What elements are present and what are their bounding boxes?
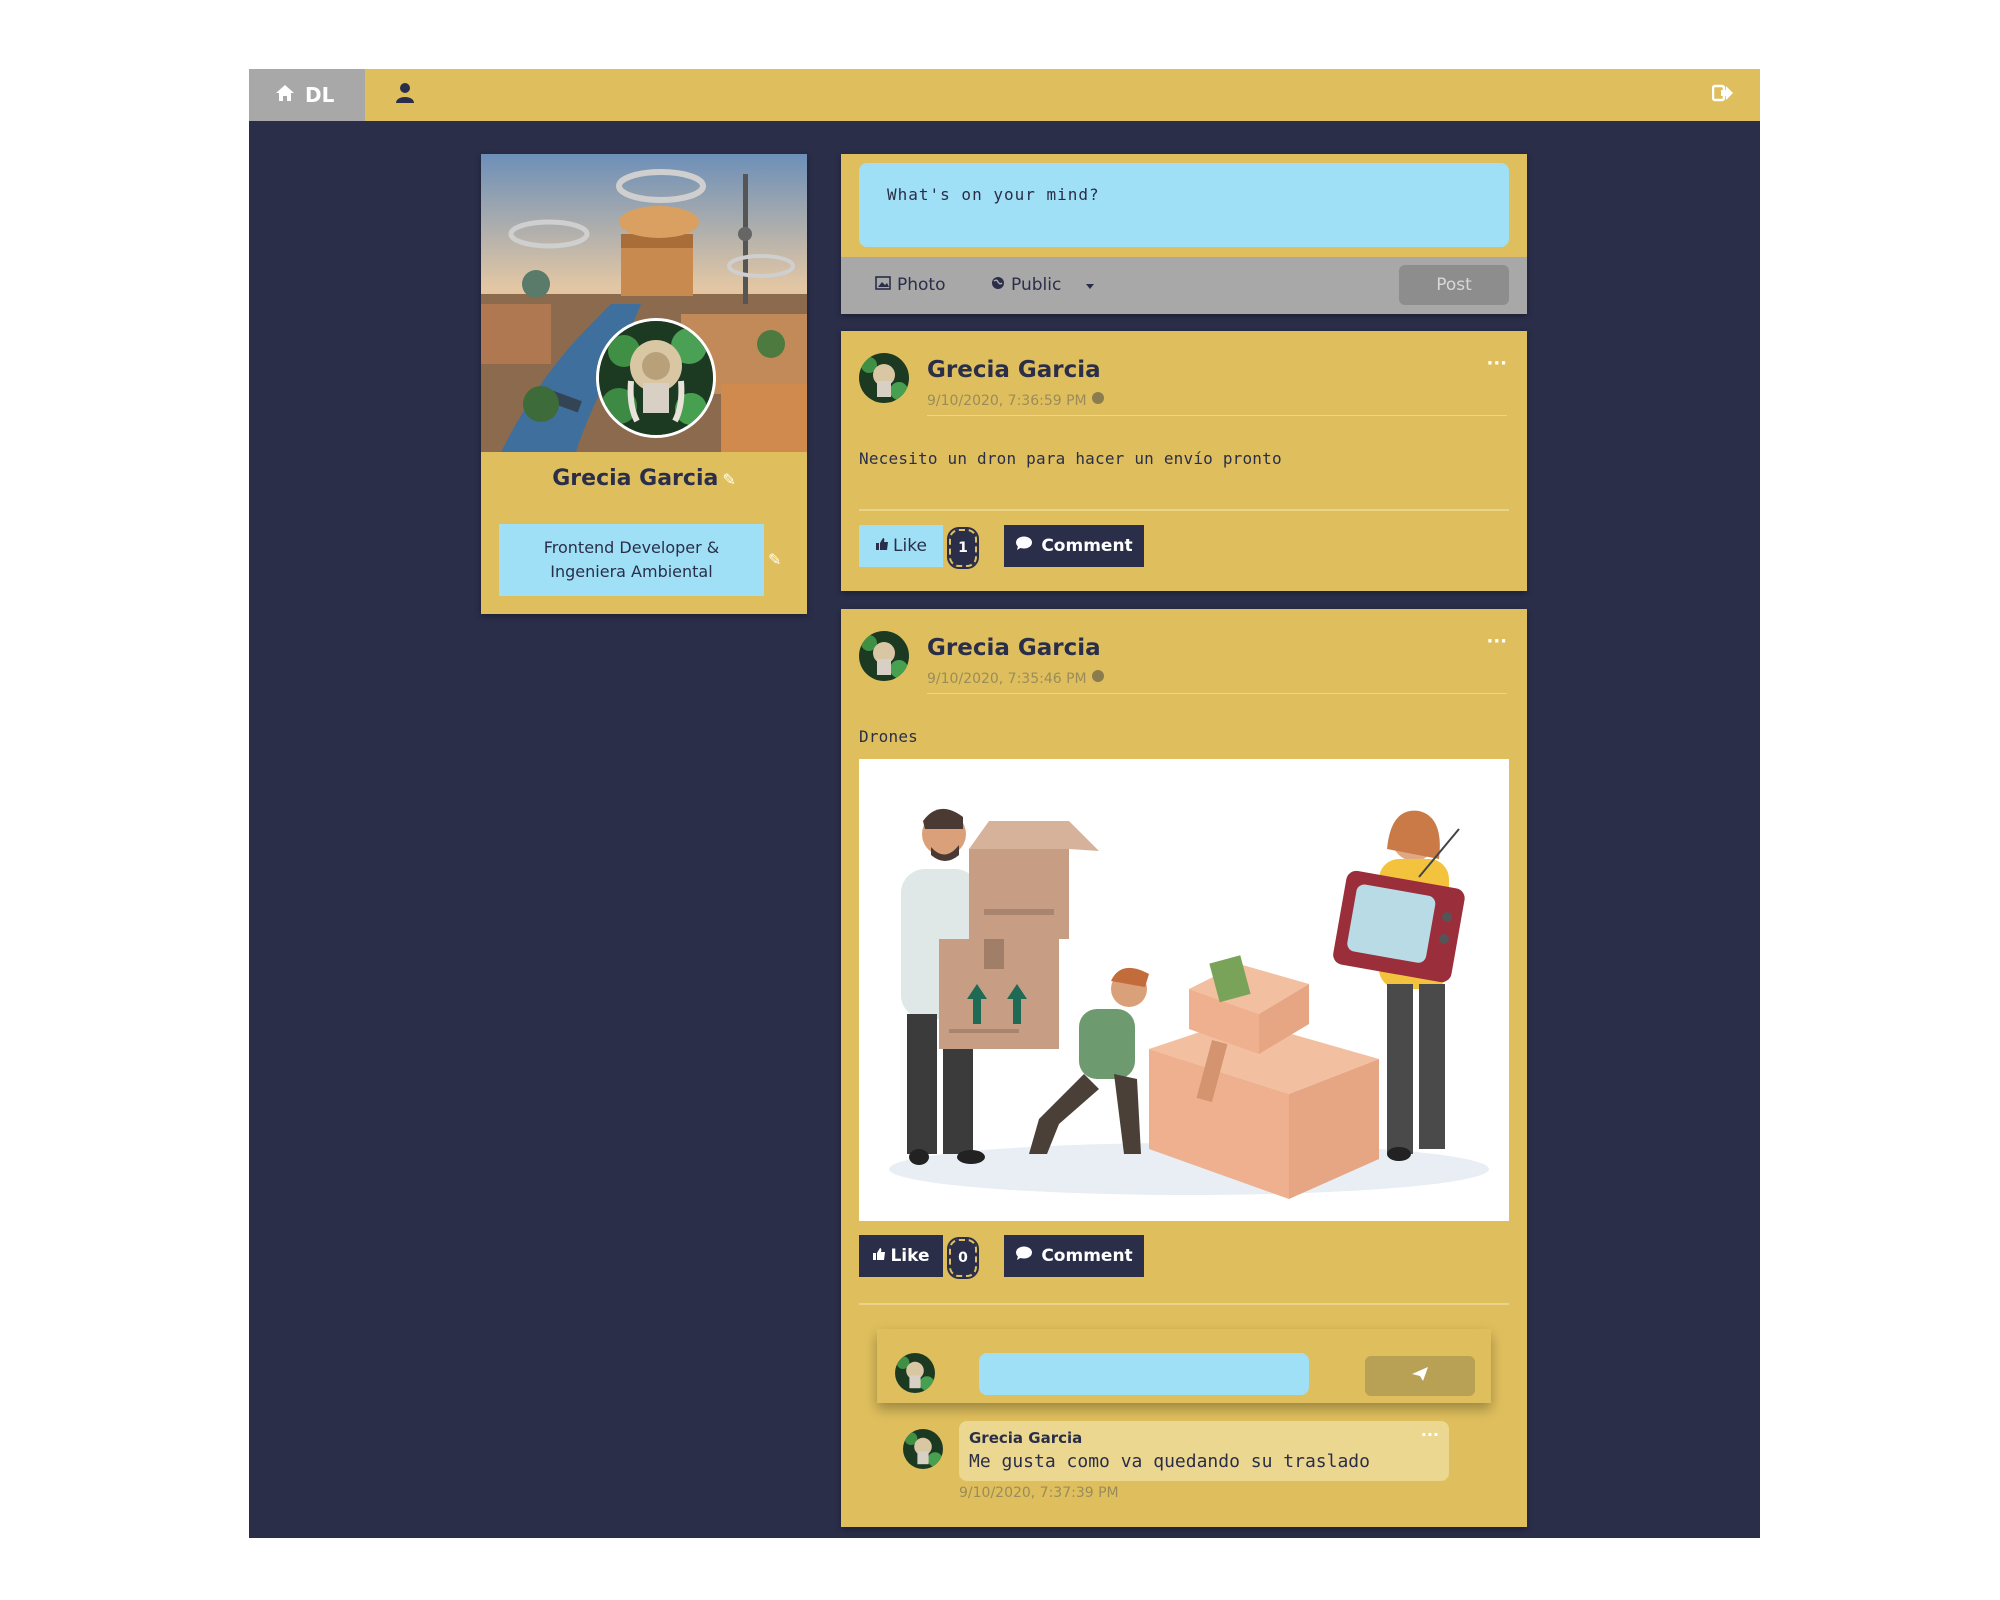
speech-bubble-icon [1015,536,1033,556]
comment-button[interactable]: Comment [1004,1235,1144,1277]
post-time-text: 9/10/2020, 7:35:46 PM [927,671,1087,687]
app-window: DL Grecia Garcia ✎ Frontend Developer & … [249,69,1760,1538]
more-options-icon[interactable]: ··· [1421,1425,1439,1444]
profile-name: Grecia Garcia ✎ [481,466,807,491]
comment-author[interactable]: Grecia Garcia [969,1429,1082,1447]
comment-text: Me gusta como va quedando su traslado [969,1451,1370,1472]
like-button[interactable]: Like [859,1235,943,1277]
comment-timestamp: 9/10/2020, 7:37:39 PM [959,1485,1119,1501]
post-text: Necesito un dron para hacer un envío pro… [859,449,1282,468]
globe-icon [1091,670,1105,687]
like-button[interactable]: Like [859,525,943,567]
edit-icon[interactable]: ✎ [722,470,735,489]
privacy-dropdown[interactable]: Public [991,275,1095,295]
home-icon [275,83,295,107]
post-text: Drones [859,727,918,746]
comment-label: Comment [1041,536,1133,556]
comment-input[interactable] [979,1353,1309,1395]
edit-icon[interactable]: ✎ [768,550,781,569]
author-avatar[interactable] [859,353,909,403]
photo-button[interactable]: Photo [875,275,946,295]
home-link[interactable]: DL [249,69,365,121]
cover-photo [481,154,807,452]
more-options-icon[interactable]: ··· [1486,353,1507,374]
speech-bubble-icon [1015,1246,1033,1266]
post-image[interactable] [859,759,1509,1221]
author-name[interactable]: Grecia Garcia [927,635,1101,661]
profile-name-text: Grecia Garcia [552,466,719,491]
photo-label: Photo [897,275,946,295]
post-composer: What's on your mind? Photo Public Post [841,154,1527,314]
post-input[interactable]: What's on your mind? [859,163,1509,247]
like-count: 1 [947,527,979,569]
like-count: 0 [947,1237,979,1279]
post-timestamp: 9/10/2020, 7:35:46 PM [927,669,1105,687]
author-name[interactable]: Grecia Garcia [927,357,1101,383]
thumbs-up-icon [872,1246,886,1266]
more-options-icon[interactable]: ··· [1486,631,1507,652]
comment-bubble: Grecia Garcia Me gusta como va quedando … [959,1421,1449,1481]
privacy-label: Public [1011,275,1062,295]
post-separator [859,509,1509,511]
profile-card: Grecia Garcia ✎ Frontend Developer & Inge… [481,154,807,614]
author-avatar[interactable] [859,631,909,681]
brand-label: DL [305,83,335,107]
post-button[interactable]: Post [1399,265,1509,305]
post-timestamp: 9/10/2020, 7:36:59 PM [927,391,1105,409]
globe-icon [1091,392,1105,409]
logout-button[interactable] [1711,83,1736,107]
composer-toolbar: Photo Public Post [841,257,1527,314]
profile-bio: Frontend Developer & Ingeniera Ambiental [499,524,764,596]
profile-avatar[interactable] [596,318,716,438]
paper-plane-icon [1411,1366,1429,1386]
logout-icon [1711,84,1734,107]
like-label: Like [893,536,927,556]
header-divider [927,693,1507,694]
comment-composer [877,1329,1491,1403]
comment-author-avatar[interactable] [903,1429,943,1469]
current-user-avatar [895,1353,935,1393]
comment-button[interactable]: Comment [1004,525,1144,567]
caret-down-icon [1085,275,1095,295]
thumbs-up-icon [875,536,889,556]
post-separator [859,1303,1509,1305]
post-card: Grecia Garcia 9/10/2020, 7:36:59 PM ··· … [841,331,1527,591]
header-divider [927,415,1507,416]
post-card: Grecia Garcia 9/10/2020, 7:35:46 PM ··· … [841,609,1527,1527]
profile-link[interactable] [389,79,421,111]
top-navbar: DL [249,69,1760,121]
globe-icon [991,275,1005,295]
image-icon [875,275,891,295]
like-label: Like [890,1246,930,1266]
post-time-text: 9/10/2020, 7:36:59 PM [927,393,1087,409]
comment-label: Comment [1041,1246,1133,1266]
send-comment-button[interactable] [1365,1356,1475,1396]
user-icon [395,82,415,108]
